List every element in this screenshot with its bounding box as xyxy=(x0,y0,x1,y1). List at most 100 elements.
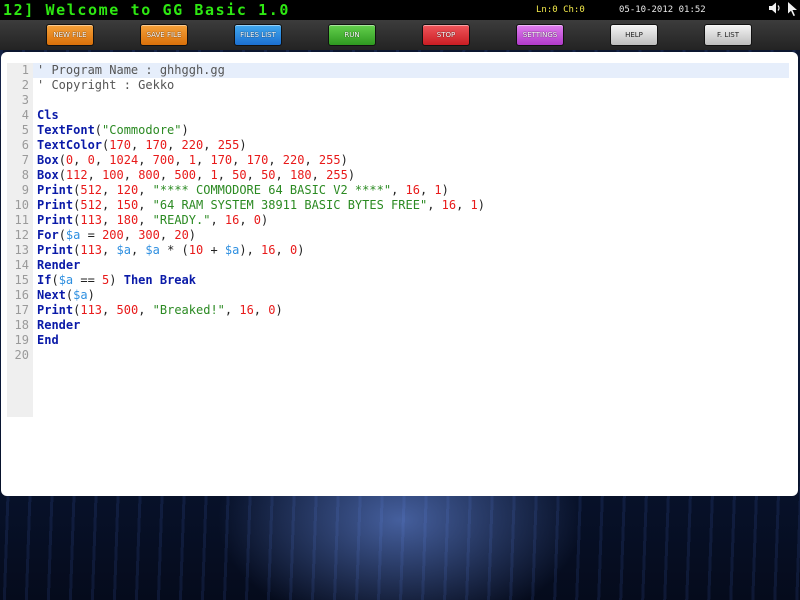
code-token: , xyxy=(232,153,247,167)
line-number: 3 xyxy=(21,93,29,107)
title-bar: 12] Welcome to GG Basic 1.0 Ln:0 Ch:0 05… xyxy=(0,0,800,20)
code-line[interactable]: TextColor(170, 170, 220, 255) xyxy=(37,138,247,153)
code-line[interactable]: Print(113, 500, "Breaked!", 16, 0) xyxy=(37,303,283,318)
line-number: 13 xyxy=(14,243,29,257)
code-token: 1 xyxy=(188,153,197,167)
code-token: 220 xyxy=(181,138,204,152)
code-line[interactable]: Cls xyxy=(37,108,59,123)
code-token: , xyxy=(304,153,319,167)
code-token: 500 xyxy=(116,303,139,317)
code-token: For xyxy=(37,228,59,242)
code-token: , xyxy=(102,183,117,197)
line-number: 19 xyxy=(14,333,29,347)
code-token: ( xyxy=(58,168,66,182)
code-line[interactable]: Print(113, 180, "READY.", 16, 0) xyxy=(37,213,268,228)
code-token: ) xyxy=(188,228,197,242)
code-token: ( xyxy=(58,228,66,242)
code-token: Render xyxy=(37,318,81,332)
code-line[interactable]: Box(0, 0, 1024, 700, 1, 170, 170, 220, 2… xyxy=(37,153,348,168)
code-line[interactable]: Box(112, 100, 800, 500, 1, 50, 50, 180, … xyxy=(37,168,355,183)
run-button[interactable]: RUN xyxy=(328,24,376,46)
code-token: , xyxy=(427,198,442,212)
clock: 05-10-2012 01:52 xyxy=(619,5,706,15)
line-number: 12 xyxy=(14,228,29,242)
line-number: 9 xyxy=(21,183,29,197)
code-token: Print xyxy=(37,198,74,212)
code-token: , xyxy=(94,153,110,167)
code-token: 512 xyxy=(80,183,103,197)
code-token: ) xyxy=(340,153,348,167)
code-token: 16 xyxy=(224,213,240,227)
line-number: 5 xyxy=(21,123,29,137)
code-token: , xyxy=(391,183,406,197)
code-token: , xyxy=(253,303,269,317)
line-number: 2 xyxy=(21,78,29,92)
code-token: 0 xyxy=(253,213,262,227)
files-list-button[interactable]: FILES LIST xyxy=(234,24,282,46)
code-token: ), xyxy=(239,243,262,257)
code-line[interactable]: Render xyxy=(37,258,80,273)
code-token: ) xyxy=(441,183,449,197)
function-list-button[interactable]: F. LIST xyxy=(704,24,752,46)
code-token: , xyxy=(456,198,471,212)
stop-button[interactable]: STOP xyxy=(422,24,470,46)
new-file-button[interactable]: NEW FILE xyxy=(46,24,94,46)
code-token: ) xyxy=(109,273,124,287)
line-number: 1 xyxy=(21,63,29,77)
code-token: 113 xyxy=(80,303,103,317)
line-number: 17 xyxy=(14,303,29,317)
code-line[interactable]: Print(512, 120, "**** COMMODORE 64 BASIC… xyxy=(37,183,449,198)
code-line[interactable]: End xyxy=(37,333,59,348)
code-token: Print xyxy=(37,183,74,197)
code-token: "**** COMMODORE 64 BASIC V2 ****" xyxy=(152,183,392,197)
line-number: 15 xyxy=(14,273,29,287)
code-token: 255 xyxy=(318,153,341,167)
code-token: , xyxy=(159,168,175,182)
code-token: 170 xyxy=(210,153,233,167)
code-token: 170 xyxy=(246,153,269,167)
cursor-position: Ln:0 Ch:0 xyxy=(536,5,585,15)
code-token: , xyxy=(246,168,262,182)
code-line[interactable]: For($a = 200, 300, 20) xyxy=(37,228,196,243)
code-token: ) xyxy=(239,138,247,152)
speaker-icon[interactable] xyxy=(768,1,782,15)
code-line[interactable]: TextFont("Commodore") xyxy=(37,123,189,138)
toolbar: NEW FILE SAVE FILE FILES LIST RUN STOP S… xyxy=(0,20,800,50)
code-token: , xyxy=(102,213,117,227)
code-line[interactable]: ' Copyright : Gekko xyxy=(37,78,174,93)
line-number-gutter: 1 2 3 4 5 6 7 8 9 10 11 12 13 14 15 16 17 18 19 20 xyxy=(7,63,33,417)
code-line[interactable]: If($a == 5) Then Break xyxy=(37,273,196,288)
code-token: , xyxy=(138,303,153,317)
code-token: 200 xyxy=(102,228,124,242)
code-token: 16 xyxy=(441,198,457,212)
code-token: $a xyxy=(224,243,240,257)
code-token: , xyxy=(217,168,233,182)
code-token: , xyxy=(224,303,240,317)
code-token: 1024 xyxy=(109,153,139,167)
code-token: 1 xyxy=(470,198,478,212)
code-token: Print xyxy=(37,303,74,317)
code-line[interactable]: Next($a) xyxy=(37,288,95,303)
arrow-icon[interactable] xyxy=(786,1,798,17)
help-button[interactable]: HELP xyxy=(610,24,658,46)
line-number: 16 xyxy=(14,288,29,302)
code-editor[interactable]: 1 2 3 4 5 6 7 8 9 10 11 12 13 14 15 16 17 18 19 20 ' Progra… xyxy=(1,52,798,496)
code-token: , xyxy=(87,168,103,182)
code-token: , xyxy=(167,138,182,152)
code-token: 50 xyxy=(232,168,247,182)
code-token: End xyxy=(37,333,59,347)
code-token: , xyxy=(102,243,117,257)
code-line[interactable]: ' Program Name : ghhggh.gg xyxy=(37,63,225,78)
save-file-button[interactable]: SAVE FILE xyxy=(140,24,188,46)
code-token: $a xyxy=(58,273,74,287)
code-token: ) xyxy=(261,213,269,227)
settings-button[interactable]: SETTINGS xyxy=(516,24,564,46)
code-token: 150 xyxy=(116,198,139,212)
code-line[interactable]: Print(512, 150, "64 RAM SYSTEM 38911 BAS… xyxy=(37,198,485,213)
code-line[interactable]: Render xyxy=(37,318,80,333)
code-token: $a xyxy=(116,243,131,257)
code-token: , xyxy=(138,213,153,227)
code-line[interactable]: Print(113, $a, $a * (10 + $a), 16, 0) xyxy=(37,243,304,258)
code-token: 113 xyxy=(80,243,103,257)
code-token: , xyxy=(138,198,153,212)
